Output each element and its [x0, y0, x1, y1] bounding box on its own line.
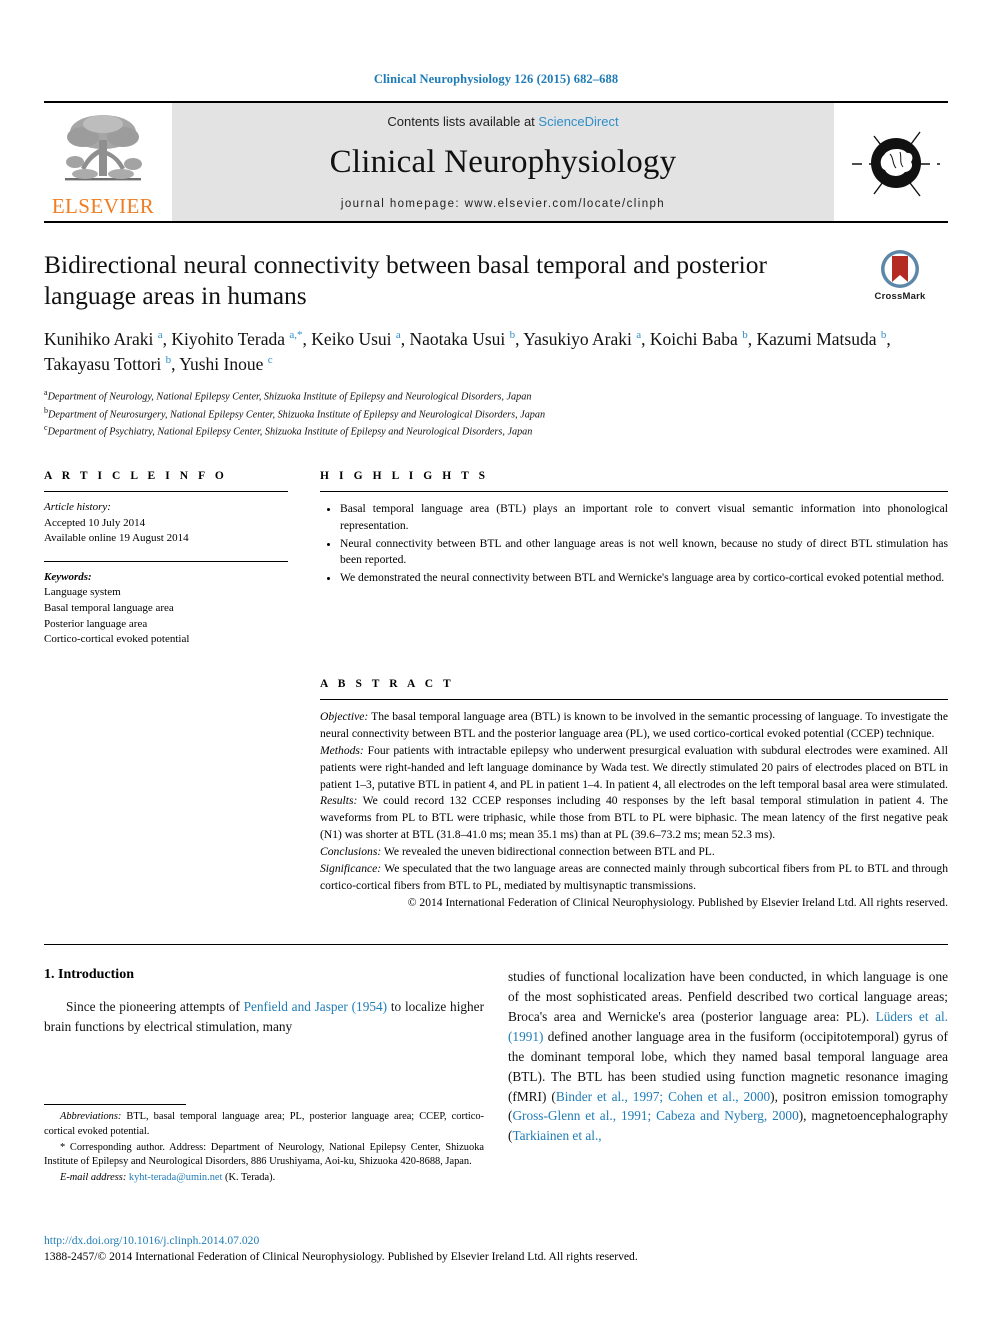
page-footer: http://dx.doi.org/10.1016/j.clinph.2014.…	[44, 1233, 948, 1265]
highlights-heading: H I G H L I G H T S	[320, 469, 489, 482]
keyword-item: Basal temporal language area	[44, 602, 174, 615]
abstract-section: A B S T R A C T Objective: The basal tem…	[44, 678, 948, 912]
contents-prefix: Contents lists available at	[387, 114, 539, 129]
citation-link[interactable]: Binder et al., 1997; Cohen et al., 2000	[556, 1089, 770, 1104]
footnote-rule	[44, 1104, 186, 1105]
email-label: E-mail address:	[60, 1172, 127, 1184]
abbreviations-label: Abbreviations:	[60, 1111, 122, 1122]
keywords-block: Keywords: Language system Basal temporal…	[44, 570, 288, 648]
citation-link[interactable]: Tarkiainen et al.,	[512, 1128, 601, 1143]
abstract-paragraph: Conclusions: We revealed the uneven bidi…	[320, 845, 715, 859]
affiliation-item: cDepartment of Psychiatry, National Epil…	[44, 423, 533, 438]
article-info-column: A R T I C L E I N F O Article history: A…	[44, 470, 312, 648]
affiliation-item: aDepartment of Neurology, National Epile…	[44, 387, 532, 403]
keyword-item: Posterior language area	[44, 617, 148, 630]
crossmark-label: CrossMark	[874, 291, 926, 302]
abstract-label: Objective:	[320, 709, 369, 723]
footnote-block: Abbreviations: BTL, basal temporal langu…	[44, 1104, 484, 1187]
info-and-highlights: A R T I C L E I N F O Article history: A…	[44, 470, 948, 648]
abstract-label: Conclusions:	[320, 845, 382, 859]
article-info-rule-top	[44, 490, 288, 492]
sciencedirect-link[interactable]: ScienceDirect	[538, 114, 618, 129]
page-title: Bidirectional neural connectivity betwee…	[44, 250, 767, 311]
citation-link[interactable]: Penfield and Jasper (1954)	[244, 999, 387, 1014]
abstract-heading: A B S T R A C T	[320, 677, 455, 690]
running-head: Clinical Neurophysiology 126 (2015) 682–…	[373, 72, 619, 86]
abstract-paragraph: Results: We could record 132 CCEP respon…	[320, 794, 948, 842]
abstract-paragraph: Objective: The basal temporal language a…	[320, 709, 948, 740]
body-column-right: studies of functional localization have …	[508, 967, 948, 1146]
footnote-corresponding-author: * Corresponding author. Address: Departm…	[44, 1141, 484, 1168]
journal-title: Clinical Neurophysiology	[329, 144, 677, 180]
abstract-copyright: © 2014 International Federation of Clini…	[407, 895, 948, 909]
journal-article-page: Clinical Neurophysiology 126 (2015) 682–…	[0, 0, 992, 1323]
intro-paragraph-left: Since the pioneering attempts of Penfiel…	[44, 998, 485, 1034]
affiliation-list: aDepartment of Neurology, National Epile…	[44, 387, 948, 440]
footnote-abbreviations: Abbreviations: BTL, basal temporal langu…	[44, 1110, 484, 1140]
list-item: Basal temporal language area (BTL) plays…	[340, 501, 948, 535]
article-history-accepted: Accepted 10 July 2014	[44, 516, 146, 529]
highlights-rule-top	[320, 490, 948, 492]
abstract-label: Methods:	[320, 743, 364, 757]
keyword-item: Cortico-cortical evoked potential	[44, 633, 190, 646]
list-item: Neural connectivity between BTL and othe…	[340, 536, 948, 570]
footnote-email: E-mail address: kyht-terada@umin.net (K.…	[44, 1171, 484, 1186]
highlights-column: H I G H L I G H T S Basal temporal langu…	[312, 470, 948, 648]
list-item: We demonstrated the neural connectivity …	[340, 570, 948, 587]
elsevier-tree-icon	[55, 110, 151, 194]
keywords-rule	[44, 560, 288, 562]
abstract-text: Objective: The basal temporal language a…	[320, 709, 948, 912]
doi-link[interactable]: http://dx.doi.org/10.1016/j.clinph.2014.…	[44, 1233, 948, 1249]
abstract-label: Results:	[320, 794, 358, 808]
title-block: Bidirectional neural connectivity betwee…	[44, 223, 948, 440]
abstract-paragraph: Methods: Four patients with intractable …	[320, 743, 948, 791]
article-info-heading: A R T I C L E I N F O	[44, 469, 228, 482]
journal-homepage[interactable]: journal homepage: www.elsevier.com/locat…	[341, 198, 665, 210]
citation-link[interactable]: Gross-Glenn et al., 1991; Cabeza and Nyb…	[512, 1108, 798, 1123]
elsevier-wordmark: ELSEVIER	[51, 194, 155, 218]
email-link[interactable]: kyht-terada@umin.net	[129, 1172, 223, 1183]
issn-copyright-line: 1388-2457/© 2014 International Federatio…	[44, 1249, 638, 1263]
intro-paragraph-right: studies of functional localization have …	[508, 968, 948, 1144]
body-separator-rule	[44, 943, 948, 945]
article-history-online: Available online 19 August 2014	[44, 532, 189, 545]
crossmark-icon	[880, 249, 920, 289]
author-list: Kunihiko Araki a, Kiyohito Terada a,*, K…	[44, 329, 891, 375]
affiliation-item: bDepartment of Neurosurgery, National Ep…	[44, 405, 546, 420]
brain-in-circle-icon	[852, 131, 940, 197]
abstract-rule-top	[320, 698, 948, 700]
journal-masthead: ELSEVIER Contents lists available at Sci…	[44, 103, 948, 221]
abstract-left-gutter	[44, 678, 312, 912]
contents-available-line: Contents lists available at ScienceDirec…	[387, 114, 618, 129]
keywords-label: Keywords:	[44, 570, 92, 583]
abstract-body: A B S T R A C T Objective: The basal tem…	[312, 678, 948, 912]
email-suffix: (K. Terada).	[222, 1172, 276, 1184]
article-history: Article history: Accepted 10 July 2014 A…	[44, 500, 288, 547]
article-history-label: Article history:	[44, 500, 111, 513]
keyword-item: Language system	[44, 586, 121, 599]
section-heading-introduction: 1. Introduction	[44, 966, 134, 982]
citation-link[interactable]: Lüders et al. (1991)	[508, 1009, 948, 1044]
highlights-list: Basal temporal language area (BTL) plays…	[320, 501, 948, 587]
abstract-paragraph: Significance: We speculated that the two…	[320, 862, 948, 893]
ifcn-society-logo	[844, 103, 948, 221]
crossmark-badge[interactable]: CrossMark	[854, 249, 946, 302]
abstract-label: Significance:	[320, 862, 382, 876]
masthead-center: Contents lists available at ScienceDirec…	[172, 103, 834, 221]
elsevier-logo: ELSEVIER	[44, 103, 162, 221]
